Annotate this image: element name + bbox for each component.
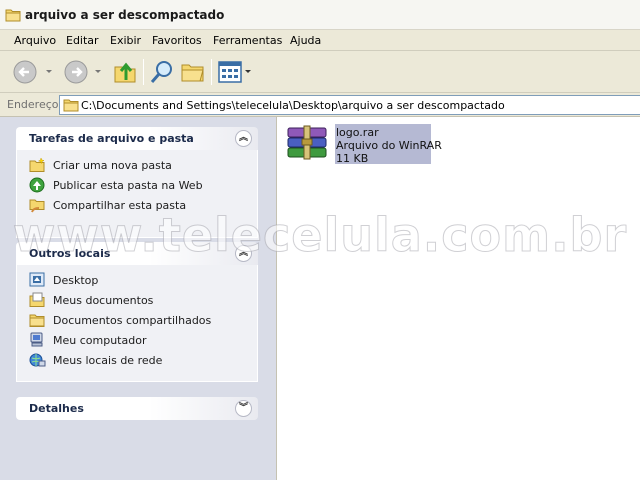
folder-icon — [5, 8, 21, 25]
window-title: arquivo a ser descompactado — [25, 8, 225, 22]
other-places-panel: Outros locais ︽ Desktop Meus documentos — [16, 242, 258, 382]
up-folder-icon[interactable] — [112, 59, 138, 88]
folder-icon — [63, 98, 79, 115]
toolbar-separator — [143, 59, 144, 85]
views-icon[interactable] — [218, 61, 254, 86]
menu-exibir[interactable]: Exibir — [108, 34, 143, 47]
place-label: Meus documentos — [53, 294, 154, 307]
expand-icon[interactable]: ︾ — [235, 400, 252, 417]
collapse-icon[interactable]: ︽ — [235, 245, 252, 262]
task-new-folder[interactable]: Criar uma nova pasta — [29, 156, 257, 176]
search-icon[interactable] — [149, 59, 175, 88]
place-network[interactable]: Meus locais de rede — [29, 351, 257, 371]
task-label: Publicar esta pasta na Web — [53, 179, 203, 192]
address-input[interactable]: C:\Documents and Settings\telecelula\Des… — [59, 95, 640, 115]
new-folder-icon — [29, 157, 46, 176]
menu-favoritos[interactable]: Favoritos — [150, 34, 204, 47]
toolbar-separator — [211, 59, 212, 85]
collapse-icon[interactable]: ︽ — [235, 130, 252, 147]
other-places-title: Outros locais — [29, 247, 111, 260]
details-header[interactable]: Detalhes ︾ — [16, 397, 258, 420]
place-label: Meus locais de rede — [53, 354, 163, 367]
my-computer-icon — [29, 332, 46, 351]
place-my-documents[interactable]: Meus documentos — [29, 291, 257, 311]
address-bar: Endereço C:\Documents and Settings\telec… — [0, 93, 640, 117]
file-type: Arquivo do WinRAR — [336, 139, 442, 152]
other-places-header[interactable]: Outros locais ︽ — [16, 242, 258, 265]
back-icon[interactable] — [12, 59, 52, 88]
details-title: Detalhes — [29, 402, 84, 415]
place-label: Desktop — [53, 274, 99, 287]
details-panel: Detalhes ︾ — [16, 397, 258, 420]
file-info: logo.rar Arquivo do WinRAR 11 KB — [335, 124, 442, 165]
title-bar: arquivo a ser descompactado — [0, 0, 640, 30]
task-publish-web[interactable]: Publicar esta pasta na Web — [29, 176, 257, 196]
desktop-icon — [29, 272, 46, 291]
task-pane: Tarefas de arquivo e pasta ︽ Criar uma n… — [0, 117, 276, 480]
network-places-icon — [29, 352, 46, 371]
file-tasks-title: Tarefas de arquivo e pasta — [29, 132, 194, 145]
winrar-archive-icon — [285, 124, 331, 165]
share-folder-icon — [29, 197, 46, 216]
place-label: Meu computador — [53, 334, 147, 347]
file-name: logo.rar — [336, 126, 379, 139]
menu-editar[interactable]: Editar — [64, 34, 101, 47]
task-label: Criar uma nova pasta — [53, 159, 172, 172]
file-item[interactable]: logo.rar Arquivo do WinRAR 11 KB — [285, 124, 442, 165]
file-tasks-body: Criar uma nova pasta Publicar esta pasta… — [16, 150, 258, 238]
address-path: C:\Documents and Settings\telecelula\Des… — [81, 99, 505, 112]
forward-icon[interactable] — [63, 59, 103, 88]
menu-arquivo[interactable]: Arquivo — [12, 34, 58, 47]
toolbar — [0, 51, 640, 93]
place-label: Documentos compartilhados — [53, 314, 212, 327]
file-tasks-panel: Tarefas de arquivo e pasta ︽ Criar uma n… — [16, 127, 258, 238]
task-label: Compartilhar esta pasta — [53, 199, 187, 212]
file-tasks-header[interactable]: Tarefas de arquivo e pasta ︽ — [16, 127, 258, 150]
shared-documents-icon — [29, 312, 46, 331]
place-desktop[interactable]: Desktop — [29, 271, 257, 291]
menu-ferramentas[interactable]: Ferramentas — [211, 34, 284, 47]
address-label: Endereço — [7, 98, 59, 111]
place-my-computer[interactable]: Meu computador — [29, 331, 257, 351]
publish-web-icon — [29, 177, 46, 196]
menu-ajuda[interactable]: Ajuda — [288, 34, 323, 47]
folders-icon[interactable] — [180, 59, 206, 88]
file-size: 11 KB — [336, 152, 369, 165]
task-share-folder[interactable]: Compartilhar esta pasta — [29, 196, 257, 216]
other-places-body: Desktop Meus documentos Documentos compa… — [16, 265, 258, 382]
place-shared-documents[interactable]: Documentos compartilhados — [29, 311, 257, 331]
file-list: logo.rar Arquivo do WinRAR 11 KB — [276, 117, 640, 480]
my-documents-icon — [29, 292, 46, 311]
menu-bar: Arquivo Editar Exibir Favoritos Ferramen… — [0, 30, 640, 51]
